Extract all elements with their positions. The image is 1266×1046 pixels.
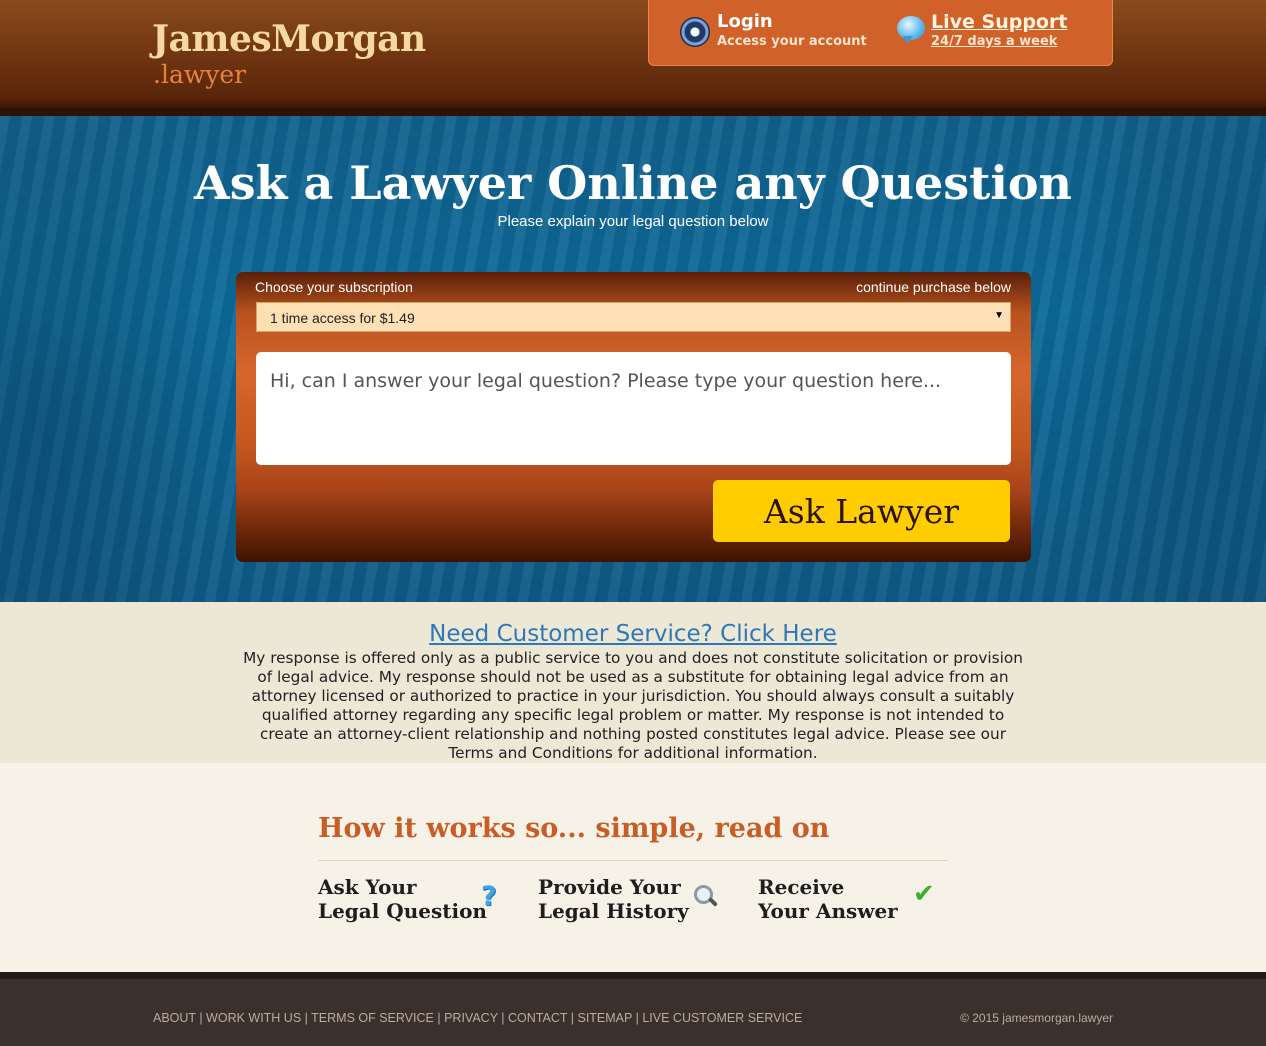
site-header: JamesMorgan .lawyer Login Access your ac… — [0, 0, 1266, 116]
login-link[interactable]: Login — [717, 11, 773, 32]
page-subtitle: Please explain your legal question below — [497, 213, 769, 230]
footer-link-live-customer-service[interactable]: LIVE CUSTOMER SERVICE — [642, 1011, 802, 1025]
subscription-label: Choose your subscription — [255, 279, 413, 295]
chat-bubble-icon[interactable] — [897, 16, 925, 44]
step-line: Provide Your — [538, 875, 681, 899]
live-support-hours[interactable]: 24/7 days a week — [931, 34, 1057, 49]
step-line: Legal Question — [318, 899, 487, 923]
question-mark-icon: ? — [481, 881, 497, 912]
step-line: Ask Your — [318, 875, 417, 899]
step-provide-history: Provide Your Legal History — [538, 875, 689, 923]
logo-title[interactable]: JamesMorgan — [152, 18, 426, 60]
logo-subtitle[interactable]: .lawyer — [153, 60, 246, 89]
subscription-select[interactable]: 1 time access for $1.49 ▼ — [256, 302, 1011, 332]
copyright: © 2015 jamesmorgan.lawyer — [960, 1011, 1113, 1025]
footer-link-about[interactable]: ABOUT — [153, 1011, 196, 1025]
login-subtitle[interactable]: Access your account — [717, 34, 867, 49]
footer-link-sitemap[interactable]: SITEMAP — [577, 1011, 632, 1025]
footer-link-terms[interactable]: TERMS OF SERVICE — [311, 1011, 434, 1025]
footer-link-privacy[interactable]: PRIVACY — [444, 1011, 498, 1025]
question-input[interactable] — [256, 352, 1011, 465]
disclaimer-text: My response is offered only as a public … — [243, 649, 1023, 762]
disclaimer-section: Need Customer Service? Click Here My res… — [0, 602, 1266, 763]
footer-link-contact[interactable]: CONTACT — [508, 1011, 567, 1025]
hero-section: Ask a Lawyer Online any Question Please … — [0, 116, 1266, 602]
live-support-link[interactable]: Live Support — [931, 11, 1067, 33]
footer-link-work-with-us[interactable]: WORK WITH US — [206, 1011, 301, 1025]
continue-label: continue purchase below — [856, 279, 1011, 295]
step-line: Your Answer — [758, 899, 898, 923]
step-line: Receive — [758, 875, 845, 899]
question-form: Choose your subscription continue purcha… — [236, 272, 1031, 562]
checkmark-icon: ✔ — [913, 879, 935, 909]
site-footer: ABOUT | WORK WITH US | TERMS OF SERVICE … — [0, 972, 1266, 1046]
how-it-works-title: How it works so... simple, read on — [318, 813, 830, 844]
gear-icon[interactable] — [680, 17, 710, 47]
magnifier-icon — [694, 885, 716, 907]
footer-nav: ABOUT | WORK WITH US | TERMS OF SERVICE … — [153, 1011, 803, 1025]
step-ask-question: Ask Your Legal Question — [318, 875, 487, 923]
step-line: Legal History — [538, 899, 689, 923]
subscription-selected-value: 1 time access for $1.49 — [270, 310, 415, 326]
divider — [318, 860, 948, 861]
step-receive-answer: Receive Your Answer — [758, 875, 898, 923]
account-panel: Login Access your account Live Support 2… — [648, 0, 1113, 66]
customer-service-link[interactable]: Need Customer Service? Click Here — [0, 621, 1266, 647]
dropdown-arrow-icon: ▼ — [994, 310, 1004, 321]
how-it-works-section: How it works so... simple, read on Ask Y… — [0, 763, 1266, 972]
ask-lawyer-button[interactable]: Ask Lawyer — [713, 480, 1010, 542]
page-title: Ask a Lawyer Online any Question — [194, 156, 1072, 210]
